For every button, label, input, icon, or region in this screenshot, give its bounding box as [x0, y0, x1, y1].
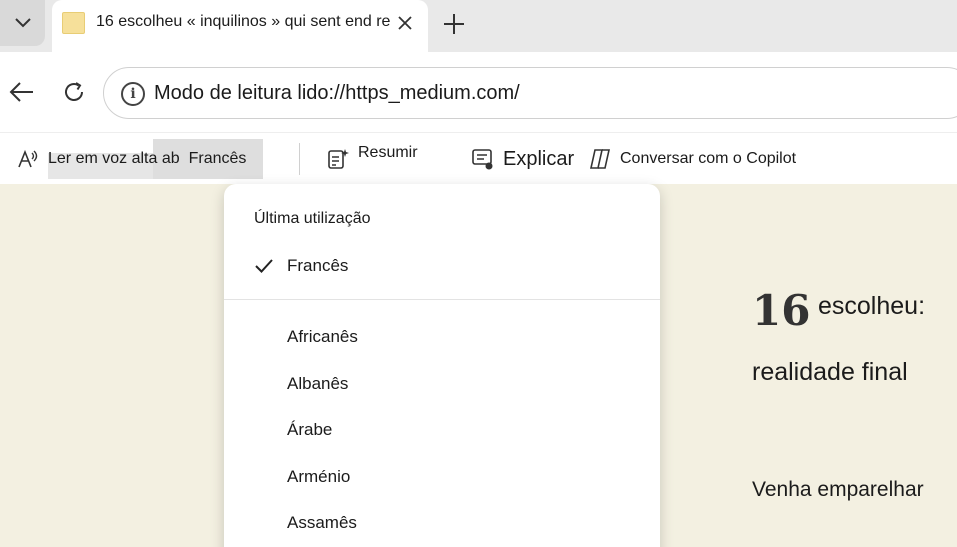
- language-dropdown: Última utilização Francês Africanês Alba…: [224, 184, 660, 547]
- chevron-down-icon: [14, 18, 31, 28]
- language-option[interactable]: Albanês: [224, 364, 660, 404]
- language-option-label: Francês: [287, 256, 349, 275]
- article-subtitle: Venha emparelhar: [752, 478, 924, 501]
- language-option-label: Arménio: [287, 467, 351, 486]
- url-text[interactable]: Modo de leitura lido://https_medium.com/: [154, 82, 520, 105]
- explain-icon: [471, 147, 495, 171]
- close-tab-button[interactable]: [394, 12, 416, 34]
- recent-section-label: Última utilização: [254, 210, 371, 227]
- summarize-label: Resumir: [358, 144, 418, 161]
- tab-title: 16 escolheu « inquilinos » qui sent end …: [96, 13, 390, 30]
- copilot-icon: [588, 147, 612, 171]
- language-option[interactable]: Arménio: [224, 457, 660, 497]
- tab-strip: 16 escolheu « inquilinos » qui sent end …: [0, 0, 957, 52]
- refresh-icon: [65, 82, 83, 101]
- read-aloud-label: Ler em voz alta ab: [48, 150, 180, 167]
- article-title-line1: escolheu:: [818, 292, 926, 320]
- back-button[interactable]: [8, 78, 36, 106]
- new-tab-button[interactable]: [438, 8, 470, 40]
- summarize-icon: [326, 147, 350, 171]
- explain-label: Explicar: [503, 147, 575, 170]
- language-option[interactable]: Assamês: [224, 503, 660, 543]
- menu-divider: [224, 299, 660, 300]
- refresh-button[interactable]: [60, 78, 88, 106]
- checkmark-icon: [255, 259, 273, 273]
- language-option-selected[interactable]: Francês: [224, 246, 660, 286]
- reader-toolbar: Ler em voz alta ab Francês Resumir Expli…: [0, 132, 957, 184]
- address-bar[interactable]: i Modo de leitura lido://https_medium.co…: [103, 67, 957, 119]
- browser-tab[interactable]: 16 escolheu « inquilinos » qui sent end …: [52, 0, 428, 52]
- summarize-button[interactable]: Resumir: [326, 133, 418, 185]
- plus-icon: [444, 14, 464, 34]
- copilot-chat-button[interactable]: Conversar com o Copilot: [588, 133, 796, 185]
- back-arrow-icon: [9, 82, 33, 102]
- read-aloud-button[interactable]: Ler em voz alta ab Francês: [16, 133, 246, 185]
- tab-list-button[interactable]: [0, 0, 45, 46]
- read-aloud-icon: [16, 147, 40, 171]
- language-option-label: Africanês: [287, 327, 358, 346]
- language-option[interactable]: Árabe: [224, 410, 660, 450]
- address-row: i Modo de leitura lido://https_medium.co…: [0, 52, 957, 132]
- language-option-label: Árabe: [287, 420, 333, 439]
- explain-button[interactable]: Explicar: [471, 133, 574, 185]
- language-selector[interactable]: Francês: [189, 150, 247, 168]
- toolbar-divider: [299, 143, 300, 175]
- language-option-label: Assamês: [287, 513, 357, 532]
- info-icon[interactable]: i: [121, 82, 145, 106]
- language-option-label: Albanês: [287, 374, 349, 393]
- copilot-label: Conversar com o Copilot: [620, 150, 797, 167]
- language-option[interactable]: Africanês: [224, 317, 660, 357]
- favicon-icon: [62, 12, 85, 34]
- article-number: 16: [752, 286, 811, 335]
- article-title-line2: realidade final: [752, 358, 908, 386]
- close-icon: [398, 16, 412, 30]
